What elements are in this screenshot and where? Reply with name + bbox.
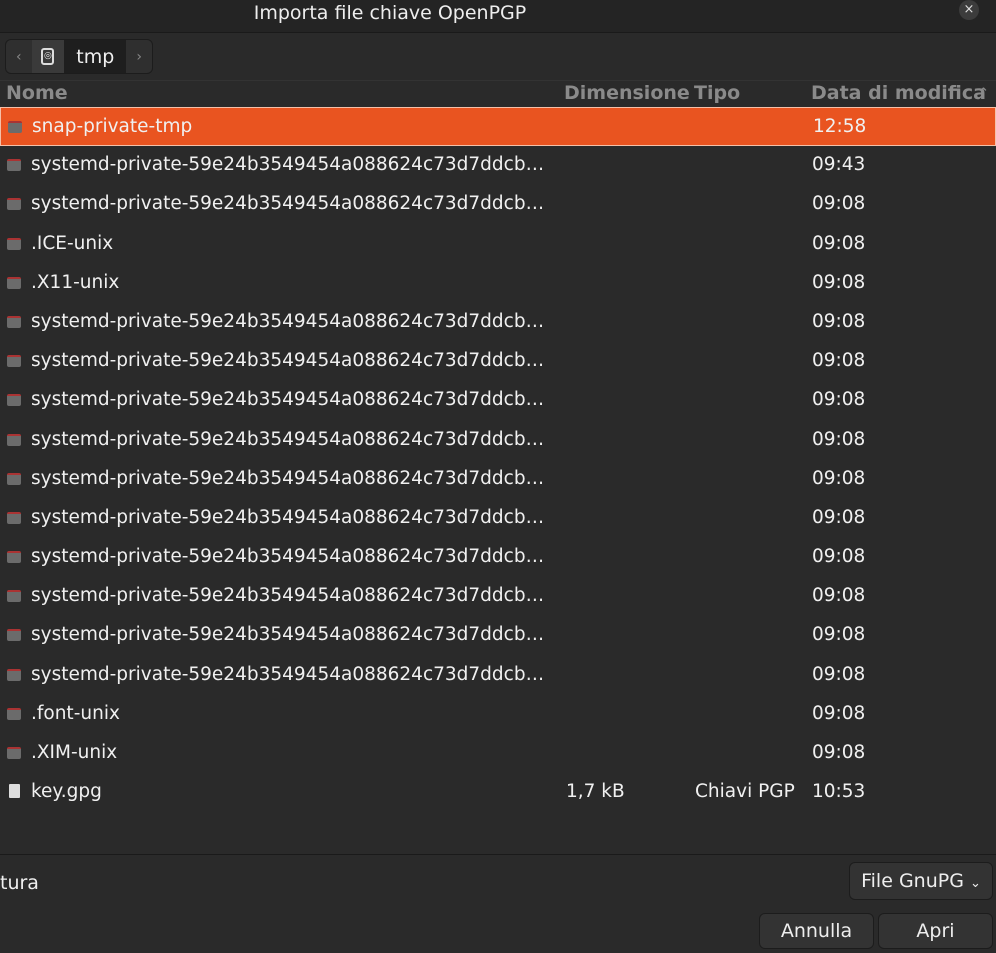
file-name: .X11-unix (31, 271, 120, 293)
folder-icon (7, 394, 21, 407)
file-date: 09:08 (812, 742, 866, 763)
file-name: .font-unix (31, 702, 120, 724)
file-row[interactable]: key.gpg 1,7 kB Chiavi PGP 10:53 (0, 773, 996, 812)
file-row[interactable]: systemd-private-59e24b3549454a088624c73d… (0, 381, 996, 420)
cancel-button[interactable]: Annulla (759, 913, 874, 949)
column-date[interactable]: Data di modifica (811, 82, 986, 104)
folder-icon (7, 159, 21, 172)
column-type[interactable]: Tipo (694, 82, 740, 104)
file-row[interactable]: .ICE-unix 09:08 (0, 225, 996, 264)
file-date: 09:08 (812, 193, 866, 215)
preview-label: tura (0, 872, 39, 894)
file-row[interactable]: .X11-unix 09:08 (0, 264, 996, 303)
file-date: 09:08 (812, 271, 866, 293)
file-name: systemd-private-59e24b3549454a088624c73d… (31, 350, 545, 372)
file-name: systemd-private-59e24b3549454a088624c73d… (31, 389, 545, 411)
dialog-footer: tura File GnuPG ⌄ Annulla Apri (0, 854, 996, 953)
file-name: systemd-private-59e24b3549454a088624c73d… (31, 663, 545, 685)
file-name: .XIM-unix (31, 742, 118, 763)
file-type: Chiavi PGP (695, 781, 795, 803)
file-date: 09:08 (812, 467, 866, 489)
file-name: systemd-private-59e24b3549454a088624c73d… (31, 193, 545, 215)
file-date: 09:08 (812, 702, 866, 724)
file-date: 09:08 (812, 585, 866, 607)
open-button[interactable]: Apri (878, 913, 993, 949)
file-size: 1,7 kB (566, 781, 625, 803)
file-date: 09:08 (812, 624, 866, 646)
file-name: systemd-private-59e24b3549454a088624c73d… (31, 467, 545, 489)
folder-icon (7, 511, 21, 524)
file-date: 09:08 (812, 428, 866, 450)
file-name: systemd-private-59e24b3549454a088624c73d… (31, 310, 545, 332)
file-row[interactable]: systemd-private-59e24b3549454a088624c73d… (0, 616, 996, 655)
file-date: 09:08 (812, 506, 866, 528)
close-icon[interactable]: × (959, 0, 979, 20)
file-date: 09:08 (812, 232, 866, 254)
file-row[interactable]: systemd-private-59e24b3549454a088624c73d… (0, 342, 996, 381)
file-name: snap-private-tmp (32, 116, 193, 137)
file-name: systemd-private-59e24b3549454a088624c73d… (31, 428, 545, 450)
folder-icon (7, 590, 21, 603)
file-row[interactable]: .XIM-unix 09:08 (0, 734, 996, 773)
file-row[interactable]: snap-private-tmp 12:58 (0, 107, 996, 147)
folder-icon (8, 121, 22, 133)
file-name: key.gpg (31, 781, 102, 803)
file-date: 09:08 (812, 663, 866, 685)
column-header: Nome Dimensione Tipo Data di modifica ⌃ (0, 80, 996, 107)
chevron-down-icon: ⌄ (969, 876, 981, 891)
folder-icon (7, 747, 21, 759)
file-icon (9, 784, 20, 799)
file-date: 09:08 (812, 350, 866, 372)
folder-icon (7, 237, 21, 250)
file-date: 12:58 (813, 116, 867, 137)
folder-icon (7, 276, 21, 289)
file-name: systemd-private-59e24b3549454a088624c73d… (31, 624, 545, 646)
path-root-button[interactable]: ◎ (31, 40, 65, 73)
folder-icon (7, 668, 21, 681)
folder-icon (7, 355, 21, 368)
file-name: systemd-private-59e24b3549454a088624c73d… (31, 546, 545, 568)
file-filter-dropdown[interactable]: File GnuPG ⌄ (849, 862, 993, 900)
path-back-button[interactable]: ‹ (6, 40, 32, 73)
path-bar: ‹ ◎ tmp › (5, 39, 153, 74)
file-row[interactable]: systemd-private-59e24b3549454a088624c73d… (0, 303, 996, 342)
file-list: snap-private-tmp 12:58 systemd-private-59e… (0, 107, 996, 812)
file-row[interactable]: systemd-private-59e24b3549454a088624c73d… (0, 577, 996, 616)
folder-icon (7, 629, 21, 642)
sort-ascending-icon: ⌃ (978, 86, 989, 101)
column-name[interactable]: Nome (6, 82, 68, 104)
folder-icon (7, 198, 21, 211)
filter-label: File GnuPG (861, 870, 964, 892)
file-name: systemd-private-59e24b3549454a088624c73d… (31, 154, 545, 176)
dialog-title: Importa file chiave OpenPGP (253, 2, 527, 24)
file-row[interactable]: systemd-private-59e24b3549454a088624c73d… (0, 499, 996, 538)
file-date: 09:08 (812, 389, 866, 411)
folder-icon (7, 315, 21, 328)
file-name: systemd-private-59e24b3549454a088624c73d… (31, 506, 545, 528)
folder-icon (7, 433, 21, 446)
file-row[interactable]: systemd-private-59e24b3549454a088624c73d… (0, 185, 996, 224)
folder-icon (7, 707, 21, 720)
file-row[interactable]: systemd-private-59e24b3549454a088624c73d… (0, 421, 996, 460)
title-bar: Importa file chiave OpenPGP × (0, 0, 996, 33)
folder-icon (7, 551, 21, 564)
path-current-button[interactable]: tmp (64, 40, 127, 73)
file-name: .ICE-unix (31, 232, 114, 254)
file-row[interactable]: systemd-private-59e24b3549454a088624c73d… (0, 460, 996, 499)
file-row[interactable]: .font-unix 09:08 (0, 695, 996, 734)
file-row[interactable]: systemd-private-59e24b3549454a088624c73d… (0, 538, 996, 577)
folder-icon (7, 472, 21, 485)
path-forward-button[interactable]: › (126, 40, 152, 73)
column-size[interactable]: Dimensione (564, 82, 690, 104)
file-date: 09:08 (812, 310, 866, 332)
file-row[interactable]: systemd-private-59e24b3549454a088624c73d… (0, 656, 996, 695)
file-row[interactable]: systemd-private-59e24b3549454a088624c73d… (0, 146, 996, 185)
file-date: 10:53 (812, 781, 866, 803)
disk-icon: ◎ (41, 48, 55, 65)
file-date: 09:08 (812, 546, 866, 568)
file-name: systemd-private-59e24b3549454a088624c73d… (31, 585, 545, 607)
file-date: 09:43 (812, 154, 866, 176)
